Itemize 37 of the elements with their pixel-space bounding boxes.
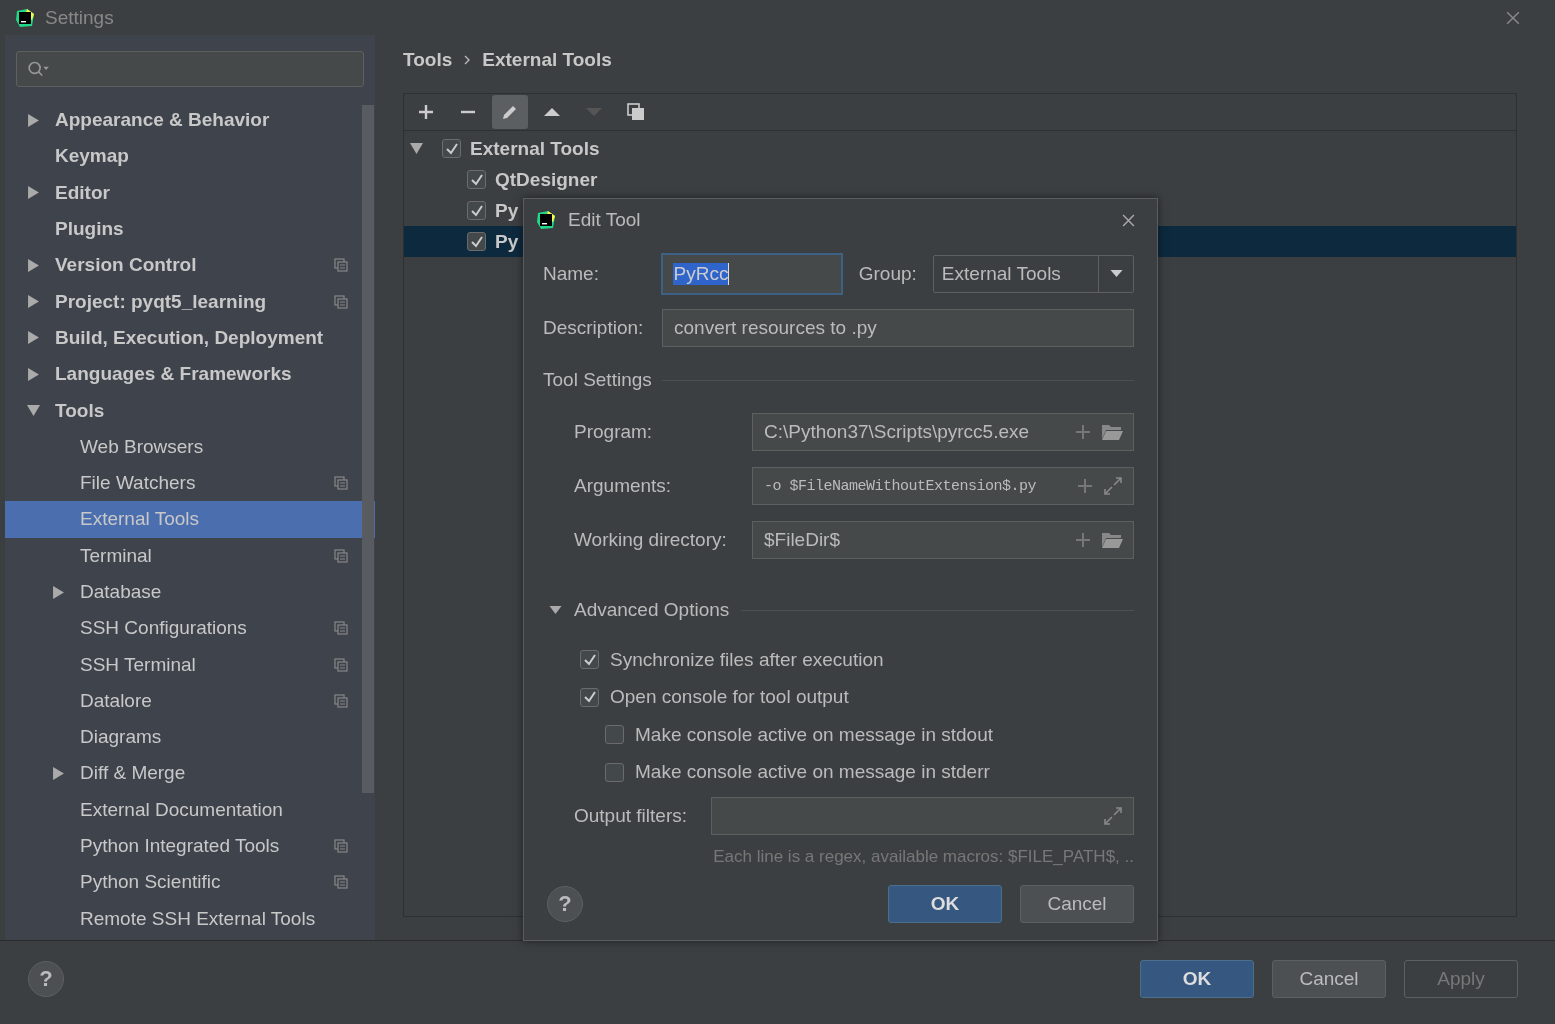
field-value: -o $FileNameWithoutExtension$.py [764, 477, 1038, 495]
sidebar-item-label: External Documentation [80, 798, 284, 821]
sidebar-item-label: Datalore [80, 689, 153, 712]
sidebar-item-label: Languages & Frameworks [55, 363, 293, 386]
sidebar-item-label: Terminal [80, 544, 153, 567]
sidebar-item-label: File Watchers [80, 472, 197, 495]
sidebar-item-label: Appearance & Behavior [55, 109, 271, 132]
sidebar-item-label: Python Integrated Tools [80, 835, 281, 858]
sidebar-item-label: Diff & Merge [80, 762, 187, 785]
sidebar-item-label: Build, Execution, Deployment [55, 326, 325, 349]
sidebar-item-label: Plugins [55, 218, 125, 241]
field-label: Description: [543, 317, 645, 339]
sidebar-item-label: External Tools [80, 508, 200, 531]
sidebar-item-label: Version Control [55, 254, 198, 277]
field-value: C:\Python37\Scripts\pyrcc5.exe [764, 421, 1031, 443]
field-label: Working directory: [574, 529, 728, 551]
sidebar-item-label: Keymap [55, 145, 130, 168]
sidebar-item-label: Editor [55, 181, 111, 204]
dialog-title: Edit Tool [568, 209, 641, 231]
hint-text: Each line is a regex, available macros: $FILE_PATH$, .. [712, 847, 1134, 867]
sidebar-item-label: SSH Configurations [80, 617, 248, 640]
sidebar-item-label: Web Browsers [80, 435, 205, 458]
sidebar-item-label: Database [80, 581, 163, 603]
field-label: Group: [858, 263, 917, 285]
field-label: Arguments: [574, 475, 673, 497]
window-title: Settings [45, 6, 114, 29]
field-label: Output filters: [574, 805, 688, 827]
sidebar-item-label: SSH Terminal [80, 653, 197, 676]
sidebar-item-label: Python Scientific [80, 871, 222, 894]
field-value: $FileDir$ [764, 529, 842, 551]
sidebar-item-label: Diagrams [80, 726, 163, 749]
sidebar-item-label: Project: pyqt5_learning [55, 290, 268, 313]
field-label: Name: [543, 263, 600, 285]
sidebar-item-label: Remote SSH External Tools [80, 907, 317, 930]
field-label: Program: [574, 421, 654, 443]
sidebar-item-label: Tools [55, 399, 106, 422]
section-title: Tool Settings [543, 369, 652, 391]
